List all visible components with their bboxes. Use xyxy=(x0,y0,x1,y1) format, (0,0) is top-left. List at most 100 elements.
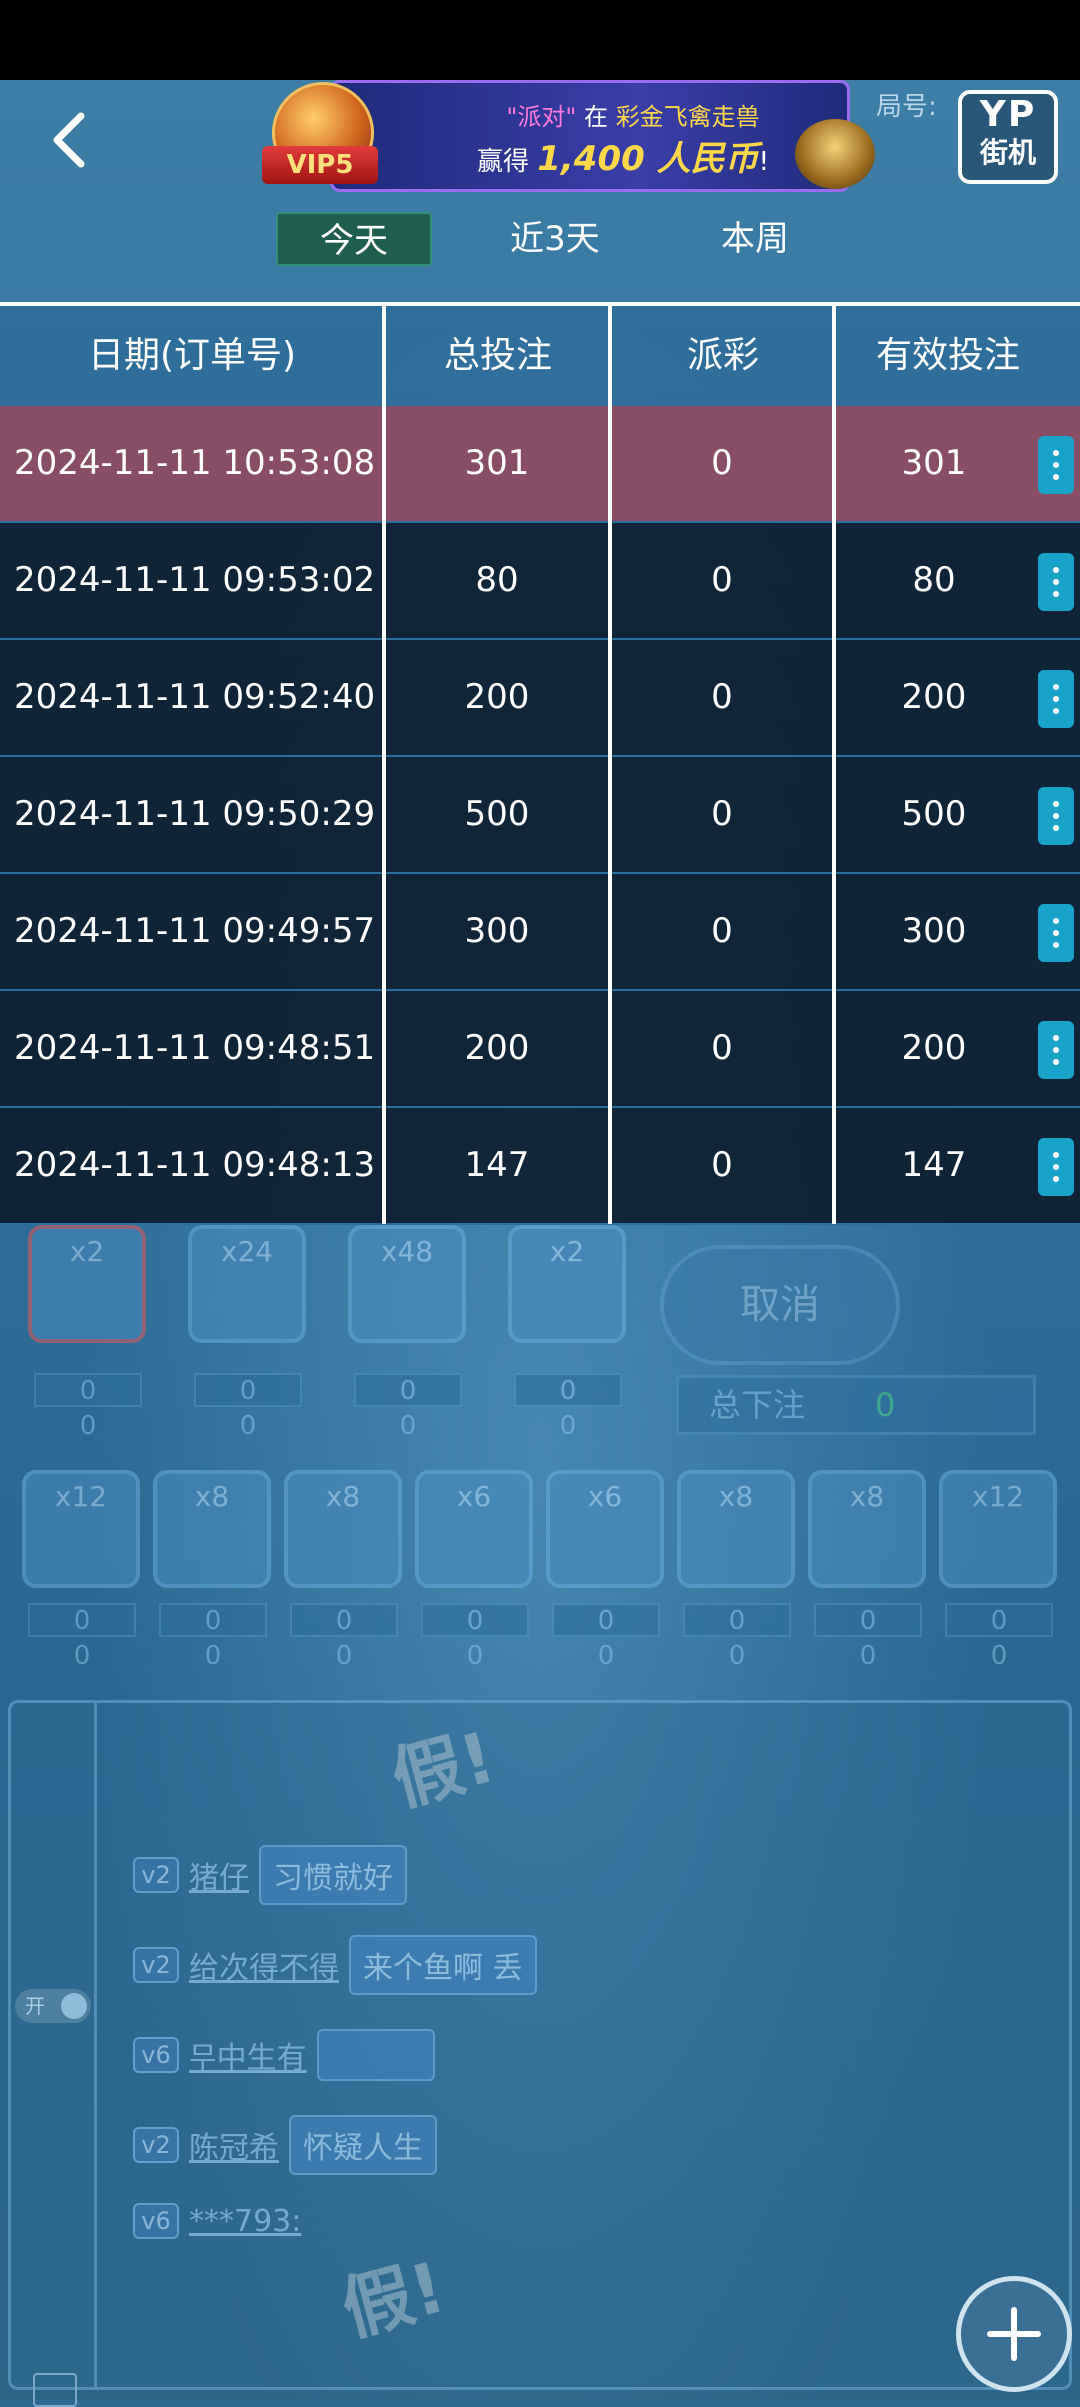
cell-date: 2024-11-11 09:49:57 xyxy=(14,911,376,951)
cell-valid-bet: 200 xyxy=(901,1028,967,1068)
row-more-button[interactable] xyxy=(1038,1138,1074,1196)
more-vertical-icon xyxy=(1053,813,1059,819)
chat-toggle[interactable]: 开 xyxy=(15,1989,91,2023)
row-more-button[interactable] xyxy=(1038,787,1074,845)
level-badge: v6 xyxy=(133,2203,179,2239)
logo-line-1: YP xyxy=(979,94,1037,135)
table-row[interactable]: 2024-11-11 09:48:13 147 0 147 xyxy=(0,1108,1080,1225)
window-icon[interactable] xyxy=(33,2373,77,2407)
more-vertical-icon xyxy=(1053,567,1059,573)
more-vertical-icon xyxy=(1053,801,1059,807)
treasure-chest-icon xyxy=(795,119,875,189)
room-number-label: 局号: xyxy=(876,92,937,122)
bet-count: 0 xyxy=(194,1373,302,1407)
level-badge: v6 xyxy=(133,2037,179,2073)
more-vertical-icon xyxy=(1053,591,1059,597)
back-button[interactable] xyxy=(30,100,110,180)
animal-bet-total: 0 xyxy=(728,1641,746,1671)
card-multiplier: x48 xyxy=(380,1235,434,1268)
animal-card: x8 xyxy=(808,1470,926,1588)
emoji-bubble xyxy=(316,2029,435,2081)
total-bet-box: 总下注 0 xyxy=(676,1375,1036,1435)
animal-bet-count: 0 xyxy=(683,1603,791,1637)
table-row[interactable]: 2024-11-11 10:53:08 301 0 301 xyxy=(0,406,1080,523)
animal-card: x12 xyxy=(939,1470,1057,1588)
quote-mark: " xyxy=(506,103,518,131)
column-divider xyxy=(832,302,836,1224)
chat-username[interactable]: 猪仔 xyxy=(189,1853,249,1897)
animal-card: x8 xyxy=(284,1470,402,1588)
card-multiplier: x2 xyxy=(549,1235,585,1268)
card-multiplier: x24 xyxy=(220,1235,274,1268)
table-row[interactable]: 2024-11-11 09:50:29 500 0 500 xyxy=(0,757,1080,874)
animal-card: x6 xyxy=(415,1470,533,1588)
top-bar: "派对" 在 彩金飞禽走兽 赢得 1,400 人民币! VIP5 局号: YP … xyxy=(0,80,1080,200)
chat-username[interactable]: 给次得不得 xyxy=(189,1943,339,1987)
cell-total-bet: 301 xyxy=(464,443,530,483)
chat-message: v6 ***793: xyxy=(133,2193,301,2249)
chat-username[interactable]: 陈冠希 xyxy=(189,2123,279,2167)
card-multiplier: x8 xyxy=(194,1480,230,1513)
animal-bet-total: 0 xyxy=(990,1641,1008,1671)
card-multiplier: x12 xyxy=(971,1480,1025,1513)
tab-this-week[interactable]: 本周 xyxy=(680,212,830,266)
banner-game-name: 彩金飞禽走兽 xyxy=(615,103,760,131)
banner-line-1: "派对" 在 彩金飞禽走兽 xyxy=(463,97,803,132)
more-vertical-icon xyxy=(1053,930,1059,936)
cell-date: 2024-11-11 10:53:08 xyxy=(14,443,376,483)
tab-today[interactable]: 今天 xyxy=(276,212,432,266)
cell-payout: 0 xyxy=(711,1028,733,1068)
card-multiplier: x6 xyxy=(587,1480,623,1513)
bet-total: 0 xyxy=(559,1411,577,1441)
row-more-button[interactable] xyxy=(1038,553,1074,611)
table-row[interactable]: 2024-11-11 09:53:02 80 0 80 xyxy=(0,523,1080,640)
animal-bet-count: 0 xyxy=(159,1603,267,1637)
add-button[interactable] xyxy=(956,2276,1072,2392)
bet-count: 0 xyxy=(34,1373,142,1407)
animal-bet-count: 0 xyxy=(945,1603,1053,1637)
animal-bet-count: 0 xyxy=(814,1603,922,1637)
chat-username[interactable]: 무中生有 xyxy=(189,2033,307,2077)
table-row[interactable]: 2024-11-11 09:52:40 200 0 200 xyxy=(0,640,1080,757)
win-announcement-banner: "派对" 在 彩金飞禽走兽 赢得 1,400 人民币! xyxy=(330,80,875,192)
vip-level-label: VIP5 xyxy=(262,146,378,184)
vip-badge: VIP5 xyxy=(260,80,380,192)
more-vertical-icon xyxy=(1053,1059,1059,1065)
table-header: 日期(订单号) 总投注 派彩 有效投注 xyxy=(0,302,1080,406)
cell-date: 2024-11-11 09:48:13 xyxy=(14,1145,376,1185)
chat-message: v2 陈冠希 怀疑人生 xyxy=(133,2115,437,2175)
level-badge: v2 xyxy=(133,1947,179,1983)
card-multiplier: x8 xyxy=(718,1480,754,1513)
header-total-bet: 总投注 xyxy=(443,335,552,376)
animal-bet-count: 0 xyxy=(421,1603,529,1637)
chat-username[interactable]: ***793: xyxy=(189,2204,301,2239)
chat-bubble: 习惯就好 xyxy=(259,1845,407,1905)
status-bar xyxy=(0,0,1080,80)
yp-arcade-logo[interactable]: YP 街机 xyxy=(958,90,1058,184)
animal-card: x8 xyxy=(677,1470,795,1588)
chat-bubble: 怀疑人生 xyxy=(289,2115,437,2175)
row-more-button[interactable] xyxy=(1038,904,1074,962)
cell-date: 2024-11-11 09:48:51 xyxy=(14,1028,376,1068)
cell-payout: 0 xyxy=(711,794,733,834)
more-vertical-icon xyxy=(1053,1047,1059,1053)
cell-total-bet: 500 xyxy=(464,794,530,834)
row-more-button[interactable] xyxy=(1038,670,1074,728)
card-multiplier: x8 xyxy=(849,1480,885,1513)
row-more-button[interactable] xyxy=(1038,436,1074,494)
table-row[interactable]: 2024-11-11 09:48:51 200 0 200 xyxy=(0,991,1080,1108)
animal-bet-count: 0 xyxy=(290,1603,398,1637)
animal-card: x6 xyxy=(546,1470,664,1588)
bet-card: x2 xyxy=(508,1225,626,1343)
animal-card: x8 xyxy=(153,1470,271,1588)
more-vertical-icon xyxy=(1053,450,1059,456)
cell-total-bet: 147 xyxy=(464,1145,530,1185)
tab-last-3-days[interactable]: 近3天 xyxy=(480,212,630,266)
more-vertical-icon xyxy=(1053,1164,1059,1170)
table-row[interactable]: 2024-11-11 09:49:57 300 0 300 xyxy=(0,874,1080,991)
row-more-button[interactable] xyxy=(1038,1021,1074,1079)
bet-count: 0 xyxy=(354,1373,462,1407)
banner-connector: 在 xyxy=(584,103,609,131)
date-range-tabs: 今天 近3天 本周 xyxy=(0,208,1080,268)
chat-bubble: 来个鱼啊 丢 xyxy=(349,1935,537,1995)
